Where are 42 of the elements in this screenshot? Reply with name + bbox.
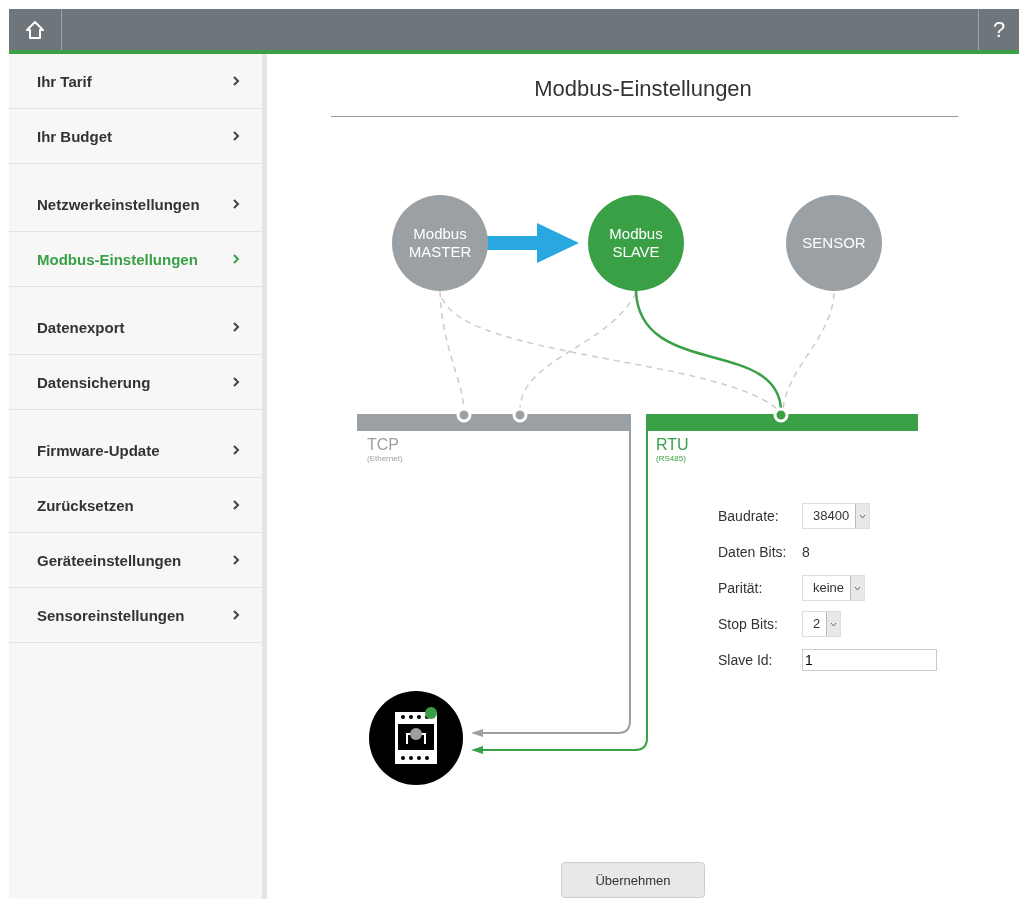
home-icon [25,19,45,40]
chevron-icon [232,321,240,333]
chevron-icon [232,130,240,142]
field-label: Slave Id: [718,651,774,670]
field-label: Daten Bits: [718,543,788,562]
sidebar-item[interactable]: Firmware-Update [9,410,262,478]
bus-subtitle: (RS485) [656,454,687,464]
bus-name: TCP [367,436,400,454]
sidebar-item[interactable]: Ihr Tarif [9,54,262,109]
chevron-icon [232,444,240,456]
dropdown[interactable]: 2 [802,611,842,637]
chevron-icon [232,376,240,388]
chevron-icon [232,75,240,87]
chevron-icon [232,609,240,621]
connection-dot [456,407,472,423]
field-label: Stop Bits: [718,615,779,634]
field-value: 8 [802,543,811,562]
caret-icon [859,513,867,519]
dropdown[interactable]: 38400 [802,503,871,529]
field-label: Parität: [718,579,764,598]
sidebar-item[interactable]: Datensicherung [9,355,262,410]
bus-name: RTU [656,436,689,454]
sidebar-item[interactable]: Netzwerkeinstellungen [9,164,262,232]
sidebar-item[interactable]: Zurücksetzen [9,478,262,533]
bus-subtitle: (Ethernet) [367,454,403,464]
dropdown[interactable]: keine [802,575,866,601]
apply-button[interactable]: Übernehmen [561,862,705,898]
input-field[interactable]: 1 [802,649,937,671]
sidebar-item[interactable]: Sensoreinstellungen [9,588,262,643]
field-label: Baudrate: [718,507,780,526]
sidebar-item[interactable]: Ihr Budget [9,109,262,164]
chevron-icon [232,554,240,566]
chevron-icon [232,253,240,265]
connection-dot [773,407,789,423]
caret-icon [830,621,838,627]
sidebar-item[interactable]: Datenexport [9,287,262,355]
sidebar-item[interactable]: Geräteeinstellungen [9,533,262,588]
chevron-icon [232,499,240,511]
caret-icon [854,585,862,591]
chevron-icon [232,198,240,210]
connection-dot [512,407,528,423]
page-title: Modbus-Einstellungen [533,76,753,103]
